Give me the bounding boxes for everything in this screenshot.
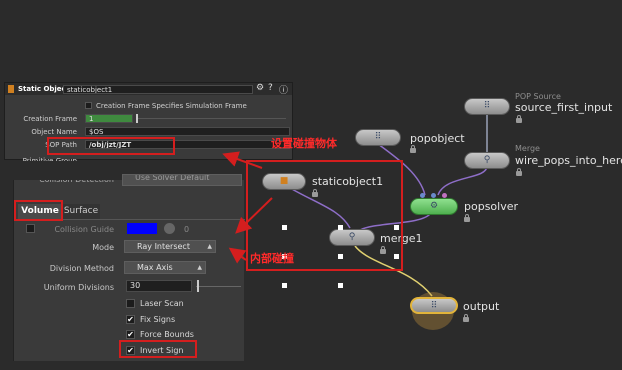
- annotation-arrows: [222, 151, 273, 264]
- annotation-set-collision: 设置碰撞物体: [271, 137, 337, 150]
- annotation-inner-collision: 内部碰撞: [250, 252, 294, 265]
